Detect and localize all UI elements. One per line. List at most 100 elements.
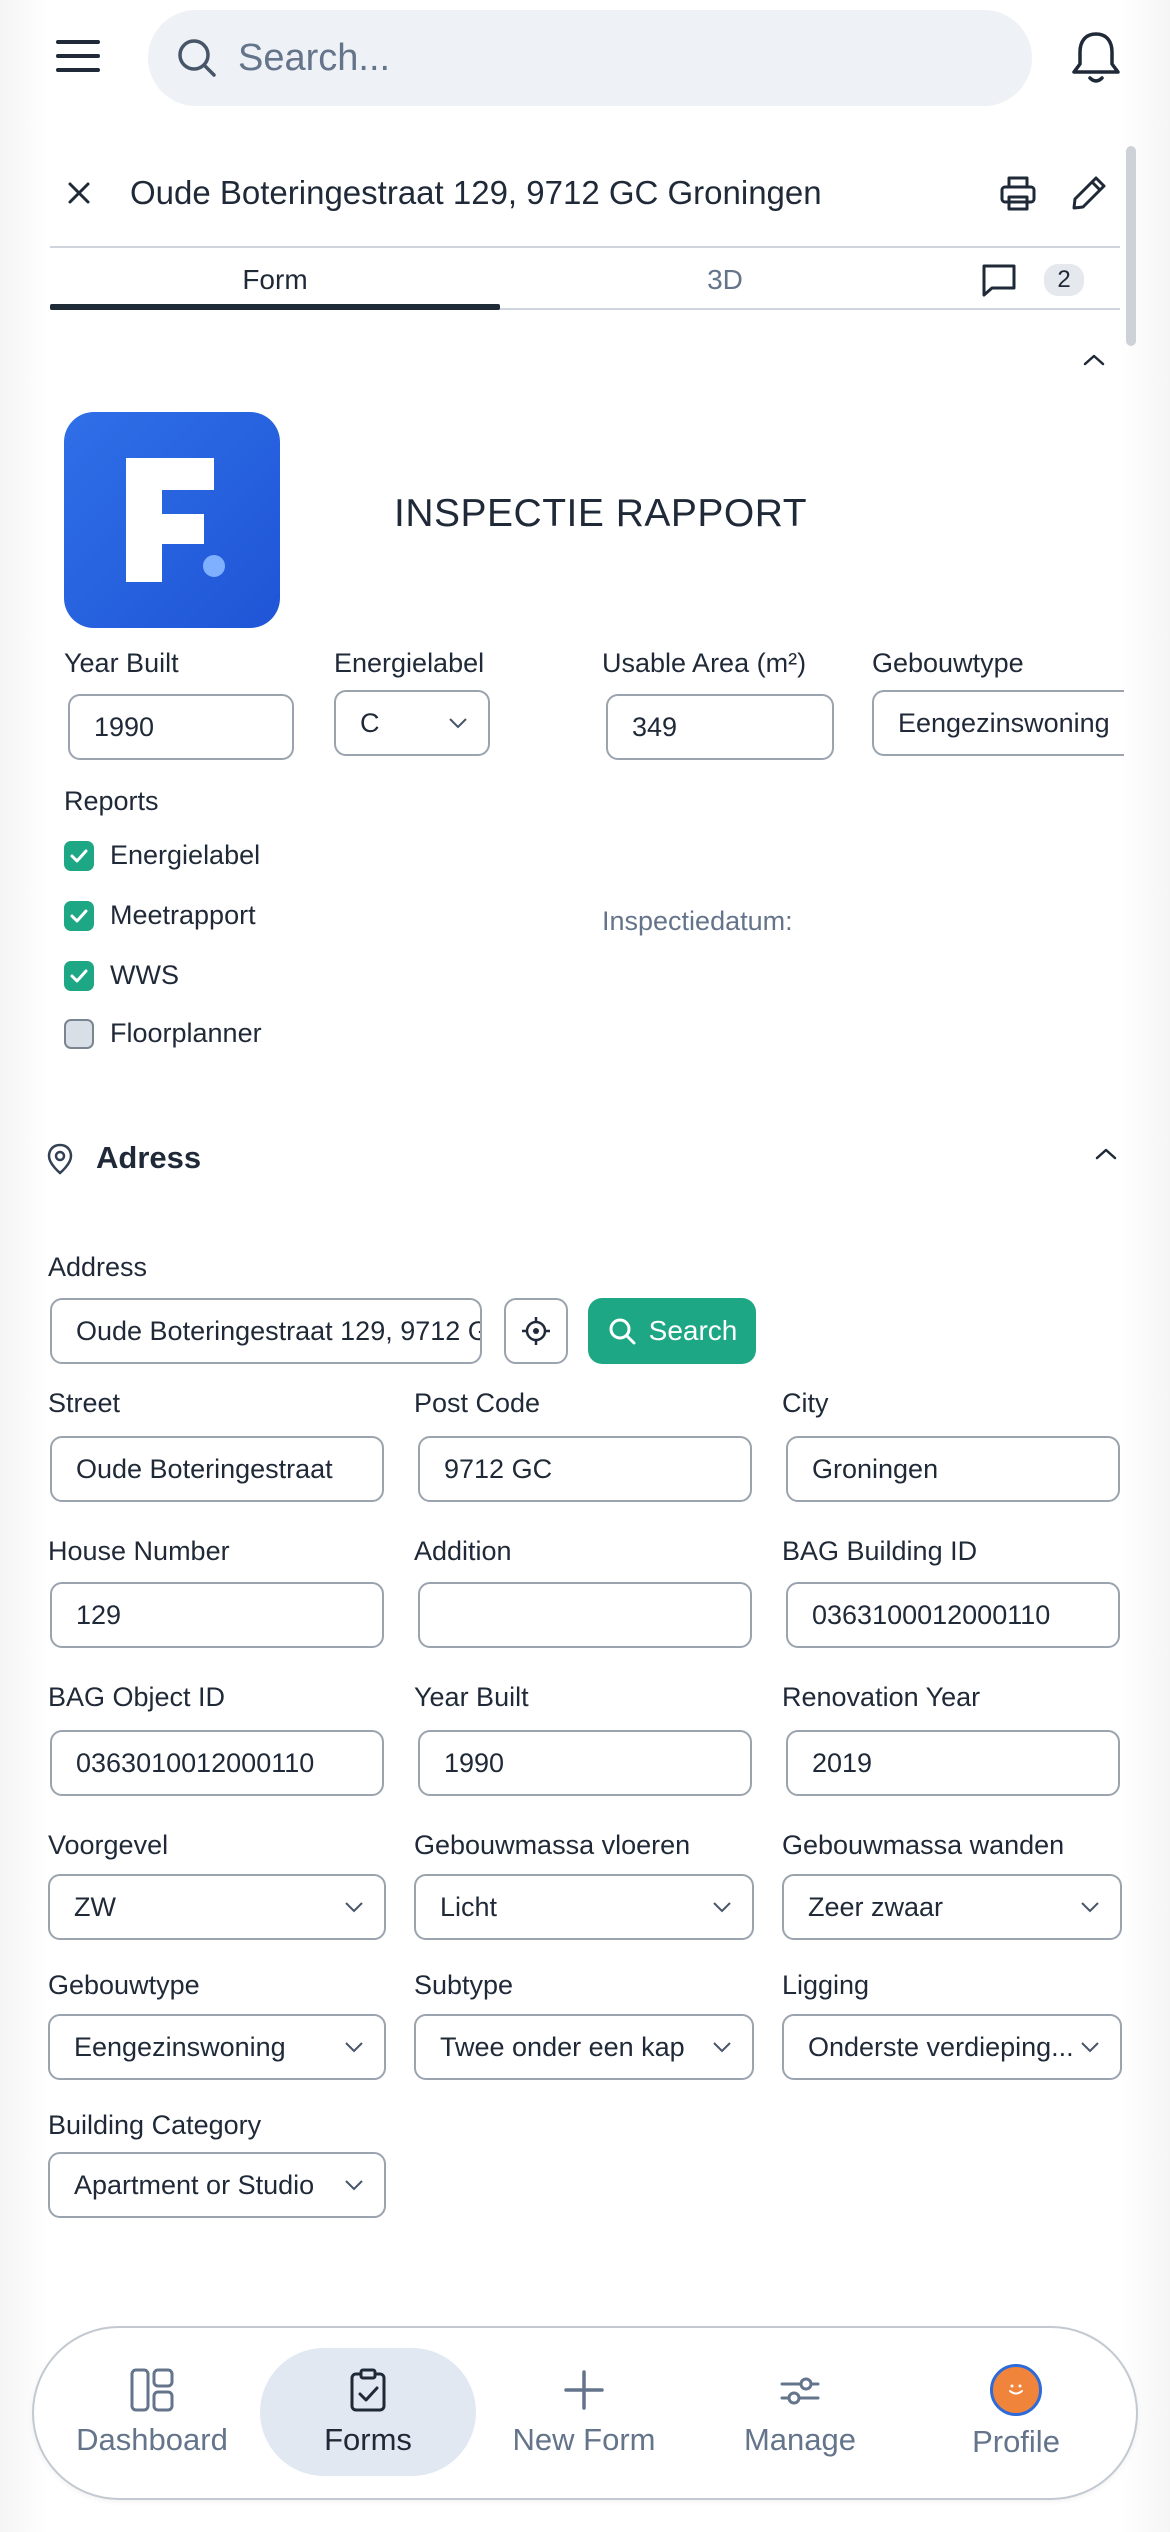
house-number-field[interactable]: 129 [50,1582,384,1648]
chevron-down-icon [1081,2042,1099,2053]
crosshair-icon [522,1317,550,1345]
nav-dashboard[interactable]: Dashboard [44,2348,260,2476]
report-checkbox-energielabel[interactable]: Energielabel [64,840,260,871]
print-icon[interactable] [998,174,1038,219]
chevron-down-icon [345,2180,363,2191]
reports-label: Reports [64,786,159,816]
usable-area-field[interactable]: 349 [606,694,834,760]
city-label: City [782,1388,829,1418]
smile-icon [1009,2384,1023,2395]
ligging-select[interactable]: Onderste verdieping... [782,2014,1122,2080]
chevron-down-icon [1081,1902,1099,1913]
year-built-label: Year Built [414,1682,529,1712]
search-icon [178,39,216,77]
location-pin-icon [46,1142,74,1181]
building-category-select[interactable]: Apartment or Studio [48,2152,386,2218]
usable-area-label: Usable Area (m²) [602,648,807,678]
year-built-field[interactable]: 1990 [418,1730,752,1796]
gebouwtype-label: Gebouwtype [872,648,1024,678]
postcode-label: Post Code [414,1388,541,1418]
checkbox-label: Meetrapport [110,900,256,930]
search-icon [609,1318,636,1345]
gebouwtype-label: Gebouwtype [48,1970,200,2000]
checkbox-checked-icon[interactable] [64,840,94,871]
energielabel-select[interactable]: C [334,690,490,756]
bag-object-id-field[interactable]: 0363010012000110 [50,1730,384,1796]
ligging-label: Ligging [782,1970,870,2000]
menu-icon[interactable] [56,34,100,78]
sliders-icon [780,2377,820,2405]
addition-field[interactable] [418,1582,752,1648]
comment-icon [982,264,1016,297]
bag-object-id-label: BAG Object ID [48,1682,226,1712]
checkbox-label: WWS [110,960,179,990]
street-field[interactable]: Oude Boteringestraat [50,1436,384,1502]
dashboard-icon [130,2368,174,2412]
tab-form[interactable]: Form [50,254,500,306]
gebouwmassa-wanden-select[interactable]: Zeer zwaar [782,1874,1122,1940]
chevron-down-icon [449,718,467,729]
bell-icon[interactable] [1068,28,1124,88]
search-bar[interactable] [148,10,1032,106]
checkbox-checked-icon[interactable] [64,900,94,931]
close-icon[interactable] [64,178,94,213]
renovation-year-field[interactable]: 2019 [786,1730,1120,1796]
checkbox-checked-icon[interactable] [64,960,94,991]
tab-comments[interactable]: 2 [980,254,1120,306]
comment-count-badge: 2 [1044,264,1084,296]
checkbox-label: Energielabel [110,840,261,870]
subtype-select[interactable]: Twee onder een kap [414,2014,754,2080]
gebouwmassa-vloeren-select[interactable]: Licht [414,1874,754,1940]
scrollbar[interactable] [1126,146,1136,346]
report-checkbox-meetrapport[interactable]: Meetrapport [64,900,256,931]
inspectiedatum-label: Inspectiedatum: [602,906,793,936]
page-title: Oude Boteringestraat 129, 9712 GC Gronin… [130,174,822,211]
voorgevel-select[interactable]: ZW [48,1874,386,1940]
report-title: INSPECTIE RAPPORT [394,492,808,535]
locate-button[interactable] [504,1298,568,1364]
chevron-down-icon [345,2042,363,2053]
voorgevel-label: Voorgevel [48,1830,169,1860]
section-title: Adress [96,1140,202,1175]
chevron-down-icon [345,1902,363,1913]
checkbox-label: Floorplanner [110,1018,262,1048]
building-category-label: Building Category [48,2110,262,2140]
forms-icon [350,2368,386,2412]
divider [50,246,1120,248]
avatar [990,2364,1042,2416]
bag-building-id-field[interactable]: 0363100012000110 [786,1582,1120,1648]
plus-icon [564,2370,604,2410]
addition-label: Addition [414,1536,512,1566]
search-input[interactable] [238,36,938,80]
subtype-label: Subtype [414,1970,514,2000]
year-built-field[interactable]: 1990 [68,694,294,760]
city-field[interactable]: Groningen [786,1436,1120,1502]
street-label: Street [48,1388,121,1418]
report-checkbox-wws[interactable]: WWS [64,960,179,991]
nav-profile[interactable]: Profile [908,2348,1124,2476]
bag-building-id-label: BAG Building ID [782,1536,978,1566]
tab-3d[interactable]: 3D [500,254,950,306]
chevron-down-icon [713,1902,731,1913]
year-built-label: Year Built [64,648,179,678]
postcode-field[interactable]: 9712 GC [418,1436,752,1502]
nav-manage[interactable]: Manage [692,2348,908,2476]
nav-forms[interactable]: Forms [260,2348,476,2476]
energielabel-label: Energielabel [334,648,485,678]
edit-icon[interactable] [1070,174,1108,217]
active-tab-indicator [50,304,500,310]
chevron-up-icon[interactable] [1094,1146,1118,1167]
house-number-label: House Number [48,1536,230,1566]
company-logo [64,412,280,628]
gebouwmassa-vloeren-label: Gebouwmassa vloeren [414,1830,691,1860]
chevron-up-icon[interactable] [1082,352,1106,373]
renovation-year-label: Renovation Year [782,1682,981,1712]
gebouwtype-select[interactable]: Eengezinswoning [48,2014,386,2080]
checkbox-unchecked-icon[interactable] [64,1018,94,1049]
report-checkbox-floorplanner[interactable]: Floorplanner [64,1018,262,1049]
nav-new-form[interactable]: New Form [476,2348,692,2476]
address-search-button[interactable]: Search [588,1298,756,1364]
address-label: Address [48,1252,148,1282]
address-field[interactable]: Oude Boteringestraat 129, 9712 GC Gronin… [50,1298,482,1364]
gebouwtype-field[interactable]: Eengezinswoning [872,690,1124,756]
